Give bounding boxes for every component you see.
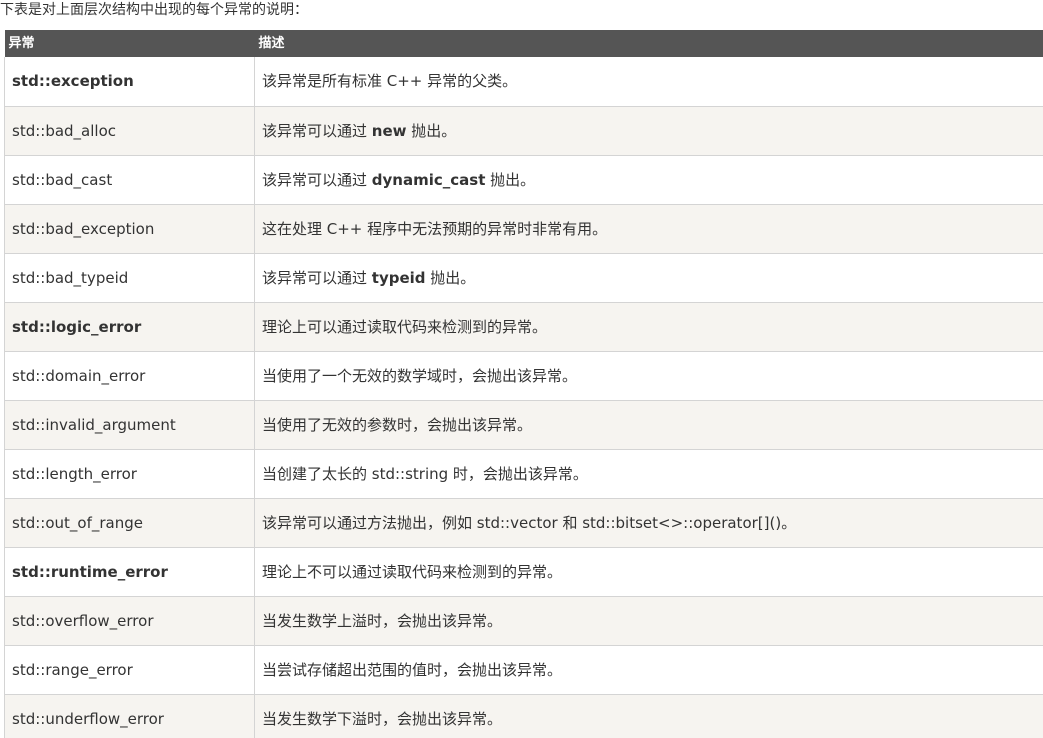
exception-name: std::invalid_argument — [12, 415, 176, 434]
table-body: std::exception 该异常是所有标准 C++ 异常的父类。std::ba… — [4, 57, 1043, 738]
exception-description-cell: 当发生数学上溢时，会抛出该异常。 — [254, 596, 1043, 646]
description-text: 当发生数学下溢时，会抛出该异常。 — [262, 709, 503, 728]
table-row: std::overflow_error 当发生数学上溢时，会抛出该异常。 — [4, 596, 1043, 646]
description-text: 当使用了无效的参数时，会抛出该异常。 — [262, 415, 533, 434]
exception-name-cell: std::bad_cast — [4, 155, 255, 205]
exception-description-cell: 该异常可以通过方法抛出，例如 std::vector 和 std::bitset… — [254, 498, 1043, 548]
exception-description-cell: 该异常是所有标准 C++ 异常的父类。 — [254, 57, 1043, 107]
exception-description-cell: 当创建了太长的 std::string 时，会抛出该异常。 — [254, 449, 1043, 499]
page: 下表是对上面层次结构中出现的每个异常的说明： 异常 描述 std::except… — [0, 0, 1043, 738]
exception-name-cell: std::underflow_error — [4, 694, 255, 738]
exception-name-cell: std::out_of_range — [4, 498, 255, 548]
table-header-row: 异常 描述 — [4, 30, 1043, 57]
description-text: 理论上不可以通过读取代码来检测到的异常。 — [262, 562, 563, 581]
exception-name-cell: std::invalid_argument — [4, 400, 255, 450]
exception-description-cell: 该异常可以通过 new 抛出。 — [254, 106, 1043, 156]
exceptions-table: 异常 描述 std::exception 该异常是所有标准 C++ 异常的父类。 s… — [4, 30, 1043, 738]
exception-name-cell: std::bad_alloc — [4, 106, 255, 156]
exception-name: std::length_error — [12, 464, 137, 483]
exception-name: std::out_of_range — [12, 513, 143, 532]
description-text: 该异常可以通过 — [262, 170, 372, 189]
table-row: std::runtime_error 理论上不可以通过读取代码来检测到的异常。 — [4, 547, 1043, 597]
exception-name-cell: std::logic_error — [4, 302, 255, 352]
exception-name: std::bad_typeid — [12, 268, 129, 287]
description-text: 该异常可以通过方法抛出，例如 std::vector 和 std::bitset… — [262, 513, 797, 532]
exception-description-cell: 当使用了一个无效的数学域时，会抛出该异常。 — [254, 351, 1043, 401]
exception-description-cell: 该异常可以通过 dynamic_cast 抛出。 — [254, 155, 1043, 205]
exception-name: std::bad_alloc — [12, 121, 117, 140]
exception-name-cell: std::length_error — [4, 449, 255, 499]
table-row: std::domain_error 当使用了一个无效的数学域时，会抛出该异常。 — [4, 351, 1043, 401]
table-row: std::exception 该异常是所有标准 C++ 异常的父类。 — [4, 57, 1043, 107]
description-text-suffix: 抛出。 — [485, 170, 536, 189]
exception-name-cell: std::exception — [4, 57, 255, 107]
exception-name: std::range_error — [12, 660, 133, 679]
header-exception: 异常 — [4, 30, 255, 57]
exception-description-cell: 理论上不可以通过读取代码来检测到的异常。 — [254, 547, 1043, 597]
description-text-suffix: 抛出。 — [406, 121, 457, 140]
exception-name-cell: std::bad_typeid — [4, 253, 255, 303]
exception-name: std::bad_cast — [12, 170, 113, 189]
description-text-suffix: 抛出。 — [425, 268, 476, 287]
description-keyword: new — [371, 121, 407, 140]
exception-description-cell: 当发生数学下溢时，会抛出该异常。 — [254, 694, 1043, 738]
table-row: std::range_error 当尝试存储超出范围的值时，会抛出该异常。 — [4, 645, 1043, 695]
exception-name: std::underflow_error — [12, 709, 164, 728]
exception-name-cell: std::range_error — [4, 645, 255, 695]
table-row: std::bad_cast 该异常可以通过 dynamic_cast 抛出。 — [4, 155, 1043, 205]
description-text: 当尝试存储超出范围的值时，会抛出该异常。 — [262, 660, 563, 679]
description-keyword: dynamic_cast — [371, 170, 486, 189]
exception-name-cell: std::domain_error — [4, 351, 255, 401]
exception-name: std::runtime_error — [12, 562, 168, 581]
table-row: std::logic_error 理论上可以通过读取代码来检测到的异常。 — [4, 302, 1043, 352]
table-row: std::underflow_error 当发生数学下溢时，会抛出该异常。 — [4, 694, 1043, 738]
table-row: std::invalid_argument 当使用了无效的参数时，会抛出该异常。 — [4, 400, 1043, 450]
exception-name: std::logic_error — [12, 317, 142, 336]
exception-name-cell: std::overflow_error — [4, 596, 255, 646]
exception-description-cell: 当使用了无效的参数时，会抛出该异常。 — [254, 400, 1043, 450]
description-text: 这在处理 C++ 程序中无法预期的异常时非常有用。 — [262, 219, 608, 238]
header-description: 描述 — [254, 30, 1043, 57]
table-row: std::length_error 当创建了太长的 std::string 时，会… — [4, 449, 1043, 499]
description-keyword: typeid — [371, 268, 426, 287]
exception-description-cell: 当尝试存储超出范围的值时，会抛出该异常。 — [254, 645, 1043, 695]
exception-name: std::exception — [12, 72, 134, 91]
description-text: 该异常是所有标准 C++ 异常的父类。 — [262, 72, 518, 91]
intro-text: 下表是对上面层次结构中出现的每个异常的说明： — [0, 2, 308, 18]
exception-name: std::bad_exception — [12, 219, 155, 238]
table-row: std::bad_alloc 该异常可以通过 new 抛出。 — [4, 106, 1043, 156]
exception-description-cell: 该异常可以通过 typeid 抛出。 — [254, 253, 1043, 303]
description-text: 当使用了一个无效的数学域时，会抛出该异常。 — [262, 366, 578, 385]
description-text: 该异常可以通过 — [262, 121, 372, 140]
table-row: std::bad_typeid 该异常可以通过 typeid 抛出。 — [4, 253, 1043, 303]
description-text: 理论上可以通过读取代码来检测到的异常。 — [262, 317, 548, 336]
exception-name-cell: std::bad_exception — [4, 204, 255, 254]
description-text: 该异常可以通过 — [262, 268, 372, 287]
table-row: std::bad_exception 这在处理 C++ 程序中无法预期的异常时非常… — [4, 204, 1043, 254]
exception-description-cell: 理论上可以通过读取代码来检测到的异常。 — [254, 302, 1043, 352]
table-row: std::out_of_range 该异常可以通过方法抛出，例如 std::vec… — [4, 498, 1043, 548]
exception-description-cell: 这在处理 C++ 程序中无法预期的异常时非常有用。 — [254, 204, 1043, 254]
exception-name: std::domain_error — [12, 366, 146, 385]
exception-name: std::overflow_error — [12, 611, 154, 630]
description-text: 当发生数学上溢时，会抛出该异常。 — [262, 611, 503, 630]
description-text: 当创建了太长的 std::string 时，会抛出该异常。 — [262, 464, 588, 483]
exception-name-cell: std::runtime_error — [4, 547, 255, 597]
